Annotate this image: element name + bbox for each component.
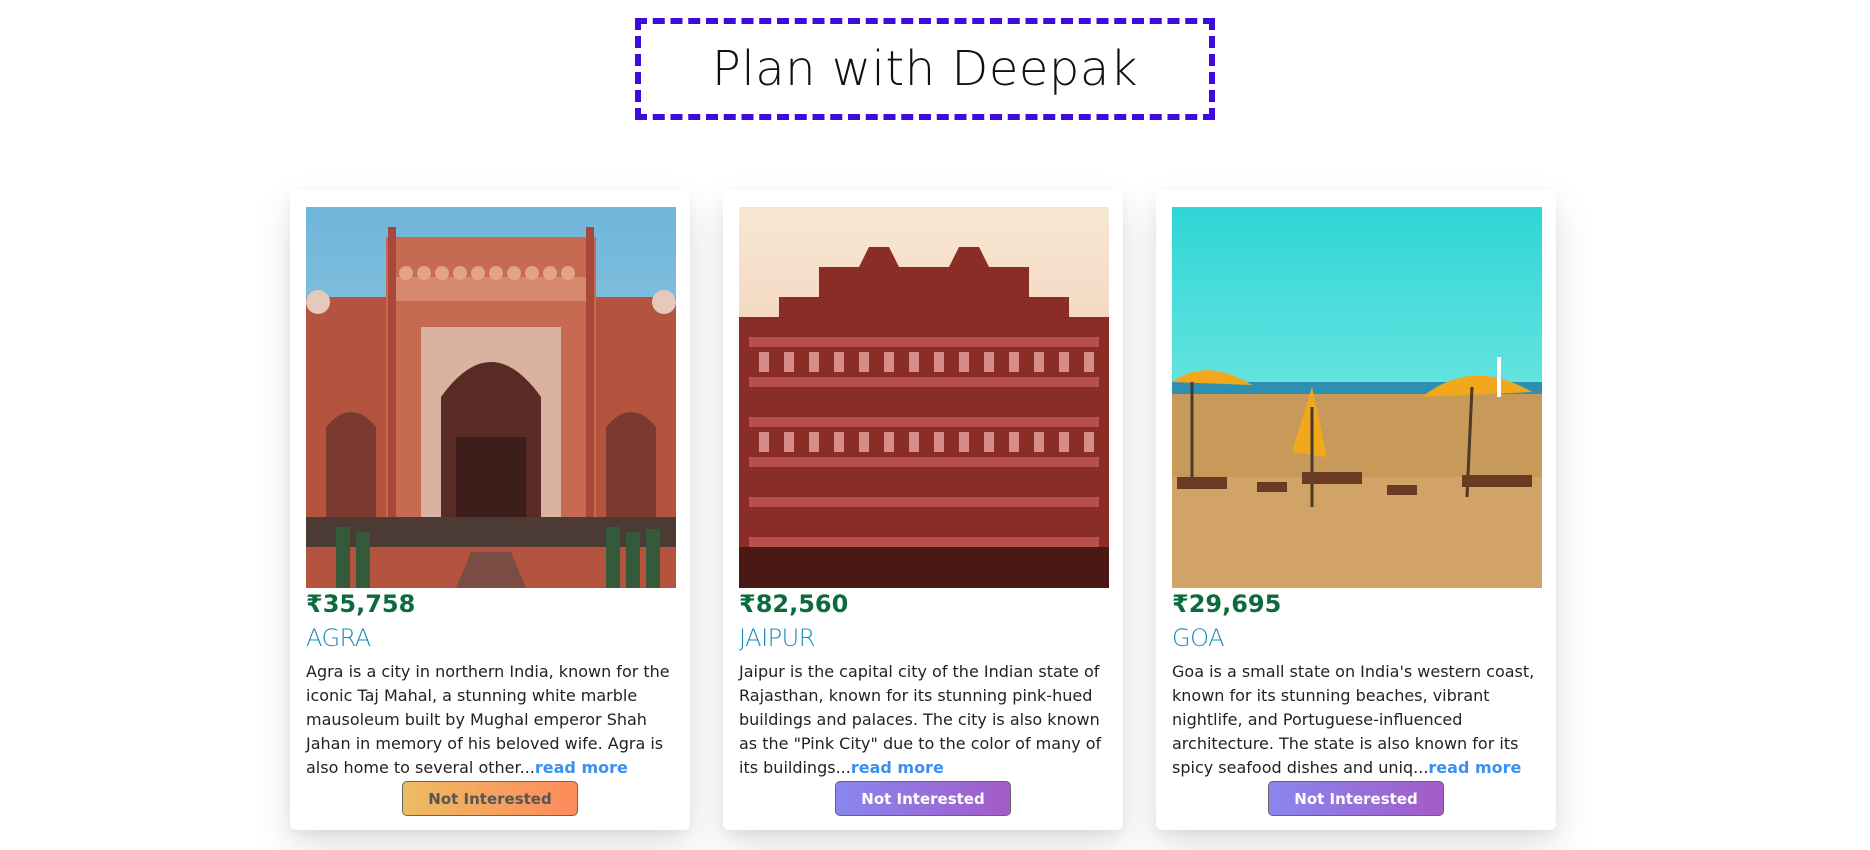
- not-interested-button[interactable]: Not Interested: [402, 781, 578, 816]
- jaipur-palace-image: [739, 207, 1109, 588]
- city-name: GOA: [1172, 624, 1224, 652]
- agra-monument-image: [306, 207, 676, 588]
- tour-card-agra: ₹35,758 AGRA Agra is a city in northern …: [290, 190, 690, 830]
- price-label: ₹29,695: [1172, 590, 1282, 618]
- city-name: JAIPUR: [739, 624, 815, 652]
- city-description: Goa is a small state on India's western …: [1172, 660, 1544, 780]
- goa-beach-image: [1172, 207, 1542, 588]
- page-title-box: Plan with Deepak: [635, 18, 1215, 120]
- tour-card-jaipur: ₹82,560 JAIPUR Jaipur is the capital cit…: [723, 190, 1123, 830]
- city-description: Agra is a city in northern India, known …: [306, 660, 678, 780]
- tour-cards: ₹35,758 AGRA Agra is a city in northern …: [290, 190, 1580, 830]
- page-title: Plan with Deepak: [711, 41, 1139, 97]
- read-more-link[interactable]: read more: [535, 758, 628, 777]
- city-name: AGRA: [306, 624, 371, 652]
- not-interested-button[interactable]: Not Interested: [835, 781, 1011, 816]
- price-label: ₹82,560: [739, 590, 849, 618]
- read-more-link[interactable]: read more: [1428, 758, 1521, 777]
- price-label: ₹35,758: [306, 590, 416, 618]
- city-description: Jaipur is the capital city of the Indian…: [739, 660, 1111, 780]
- not-interested-button[interactable]: Not Interested: [1268, 781, 1444, 816]
- read-more-link[interactable]: read more: [851, 758, 944, 777]
- tour-card-goa: ₹29,695 GOA Goa is a small state on Indi…: [1156, 190, 1556, 830]
